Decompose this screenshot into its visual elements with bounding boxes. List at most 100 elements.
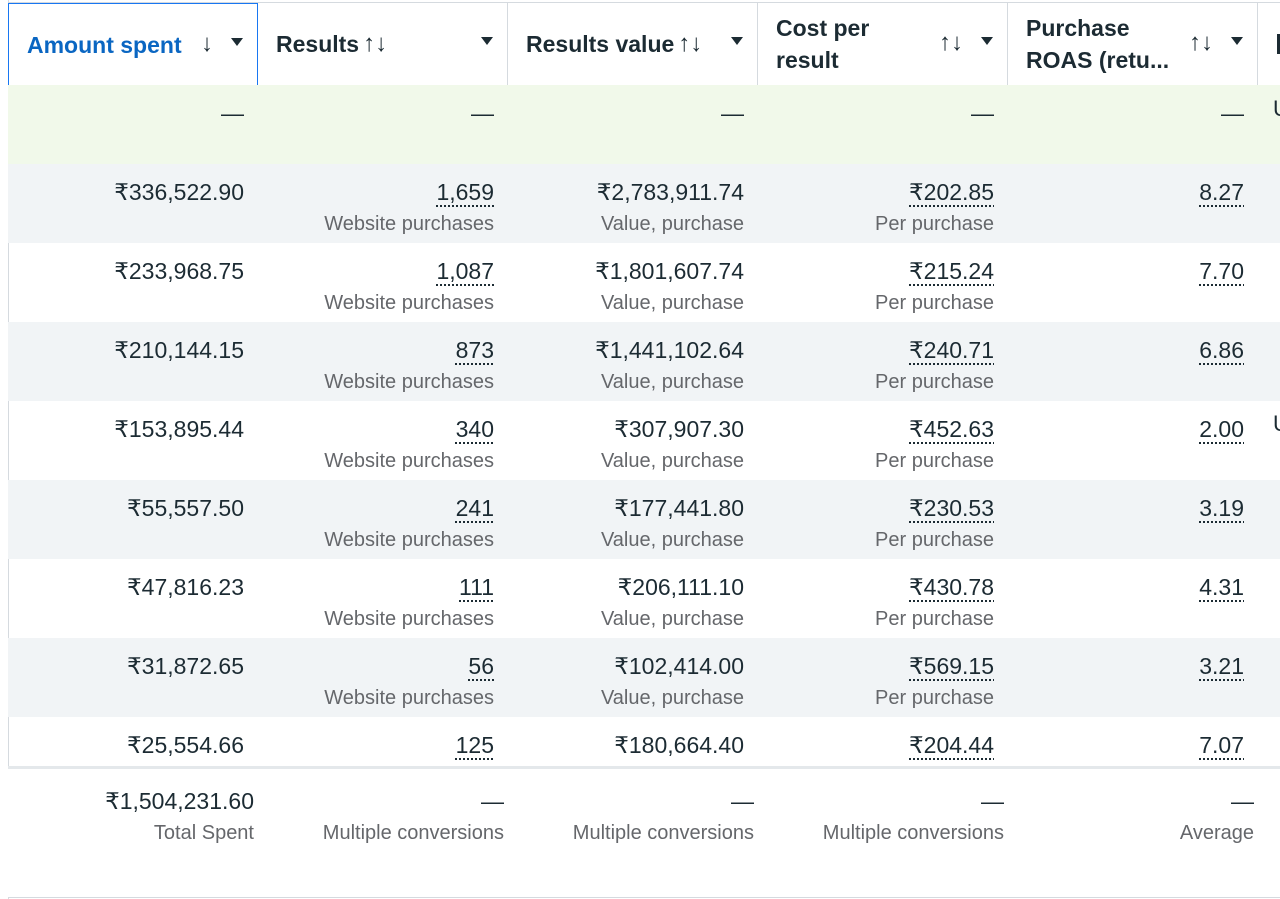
cost-per-result-link[interactable]: ₹215.24 [909, 258, 994, 284]
cost-type: Per purchase [875, 529, 994, 551]
roas-link[interactable]: 2.00 [1199, 416, 1244, 442]
table-row: ₹25,554.66 125 ₹180,664.40 ₹204.44 7.07 [8, 717, 1280, 766]
table-row: ₹210,144.15 873 Website purchases ₹1,441,… [8, 322, 1280, 401]
total-spent-value: ₹1,504,231.60 [105, 788, 254, 814]
cost-per-result-link[interactable]: ₹430.78 [909, 574, 994, 600]
chevron-down-icon[interactable] [731, 37, 743, 45]
total-cpr-value: — [981, 788, 1004, 814]
column-header-amount-spent[interactable]: Amount spent ↓ [8, 3, 258, 85]
cost-type: Per purchase [875, 608, 994, 630]
chevron-down-icon[interactable] [231, 38, 243, 46]
amount-spent: ₹233,968.75 [114, 258, 244, 284]
roas-link[interactable]: 3.21 [1199, 653, 1244, 679]
table-row: ₹47,816.23 111 Website purchases ₹206,111… [8, 559, 1280, 638]
results-link[interactable]: 873 [456, 337, 494, 363]
cost-per-result-link[interactable]: ₹569.15 [909, 653, 994, 679]
column-title: Results value [526, 31, 675, 57]
table-totals-row: ₹1,504,231.60 Total Spent — Multiple conve… [8, 766, 1280, 898]
roas-link[interactable]: 6.86 [1199, 337, 1244, 363]
ads-table: Amount spent ↓ Results ↑↓ Results value … [8, 0, 1280, 899]
value-type: Value, purchase [600, 687, 744, 709]
amount-spent: ₹336,522.90 [114, 179, 244, 205]
results-value: ₹180,664.40 [614, 732, 744, 758]
cost-type: Per purchase [875, 450, 994, 472]
results-type: Website purchases [324, 529, 494, 551]
chevron-down-icon[interactable] [1231, 37, 1243, 45]
results-value: ₹2,783,911.74 [596, 179, 744, 205]
table-header: Amount spent ↓ Results ↑↓ Results value … [8, 2, 1280, 86]
results-type: Website purchases [324, 687, 494, 709]
results-link[interactable]: 241 [456, 495, 494, 521]
results-link[interactable]: 340 [456, 416, 494, 442]
total-cpr-label: Multiple conversions [822, 822, 1004, 844]
chevron-down-icon[interactable] [481, 37, 493, 45]
results-value: ₹1,801,607.74 [595, 258, 744, 284]
column-header-purchase-roas[interactable]: Purchase ROAS (retu... ↑↓ [1008, 3, 1258, 85]
empty-value: — [471, 100, 494, 126]
value-type: Value, purchase [600, 450, 744, 472]
truncated-cell: U [1273, 96, 1280, 122]
sort-icon[interactable]: ↑↓ [939, 29, 963, 57]
cost-per-result-link[interactable]: ₹202.85 [909, 179, 994, 205]
results-link[interactable]: 56 [468, 653, 494, 679]
total-value-label: Multiple conversions [572, 822, 754, 844]
roas-link[interactable]: 7.70 [1199, 258, 1244, 284]
results-type: Website purchases [324, 292, 494, 314]
column-header-cost-per-result[interactable]: Cost per result ↑↓ [758, 3, 1008, 85]
value-type: Value, purchase [600, 292, 744, 314]
results-link[interactable]: 125 [456, 732, 494, 758]
table-row: ₹55,557.50 241 Website purchases ₹177,441… [8, 480, 1280, 559]
value-type: Value, purchase [600, 213, 744, 235]
results-type: Website purchases [324, 608, 494, 630]
table-row: ₹153,895.44 340 Website purchases ₹307,90… [8, 401, 1280, 480]
amount-spent: ₹25,554.66 [127, 732, 244, 758]
table-row: ₹31,872.65 56 Website purchases ₹102,414.… [8, 638, 1280, 717]
cost-per-result-link[interactable]: ₹452.63 [909, 416, 994, 442]
column-title: Purchase ROAS (retu... [1026, 15, 1170, 73]
sort-icon[interactable]: ↑↓ [1189, 29, 1213, 57]
cost-per-result-link[interactable]: ₹204.44 [909, 732, 994, 758]
amount-spent: ₹31,872.65 [127, 653, 244, 679]
chevron-down-icon[interactable] [981, 37, 993, 45]
sort-icon[interactable]: ↑↓ [678, 30, 702, 58]
roas-link[interactable]: 7.07 [1199, 732, 1244, 758]
cost-type: Per purchase [875, 371, 994, 393]
cost-type: Per purchase [875, 213, 994, 235]
table-row: ₹336,522.90 1,659 Website purchases ₹2,78… [8, 164, 1280, 243]
cost-per-result-link[interactable]: ₹240.71 [909, 337, 994, 363]
results-value: ₹177,441.80 [614, 495, 744, 521]
column-header-results-value[interactable]: Results value ↑↓ [508, 3, 758, 85]
truncated-cell: U [1273, 411, 1280, 437]
roas-link[interactable]: 4.31 [1199, 574, 1244, 600]
empty-value: — [1221, 100, 1244, 126]
cost-type: Per purchase [875, 687, 994, 709]
results-link[interactable]: 1,659 [436, 179, 494, 205]
cost-type: Per purchase [875, 292, 994, 314]
roas-link[interactable]: 8.27 [1199, 179, 1244, 205]
results-type: Website purchases [324, 213, 494, 235]
cost-per-result-link[interactable]: ₹230.53 [909, 495, 994, 521]
results-value: ₹1,441,102.64 [595, 337, 744, 363]
total-spent-label: Total Spent [153, 822, 254, 844]
total-roas-label: Average [1179, 822, 1254, 844]
sort-desc-icon[interactable]: ↓ [201, 30, 213, 58]
column-header-results[interactable]: Results ↑↓ [258, 3, 508, 85]
empty-value: — [971, 100, 994, 126]
table-row: ₹233,968.75 1,087 Website purchases ₹1,80… [8, 243, 1280, 322]
value-type: Value, purchase [600, 608, 744, 630]
roas-link[interactable]: 3.19 [1199, 495, 1244, 521]
results-value: ₹102,414.00 [614, 653, 744, 679]
sort-icon[interactable]: ↑↓ [363, 30, 387, 58]
value-type: Value, purchase [600, 529, 744, 551]
table-row-summary: — — — — — [8, 85, 1280, 164]
results-value: ₹307,907.30 [614, 416, 744, 442]
results-link[interactable]: 1,087 [436, 258, 494, 284]
results-type: Website purchases [324, 450, 494, 472]
results-link[interactable]: 111 [459, 574, 494, 600]
value-type: Value, purchase [600, 371, 744, 393]
total-roas-value: — [1231, 788, 1254, 814]
empty-value: — [721, 100, 744, 126]
amount-spent: ₹153,895.44 [114, 416, 244, 442]
total-results-label: Multiple conversions [322, 822, 504, 844]
amount-spent: ₹55,557.50 [127, 495, 244, 521]
